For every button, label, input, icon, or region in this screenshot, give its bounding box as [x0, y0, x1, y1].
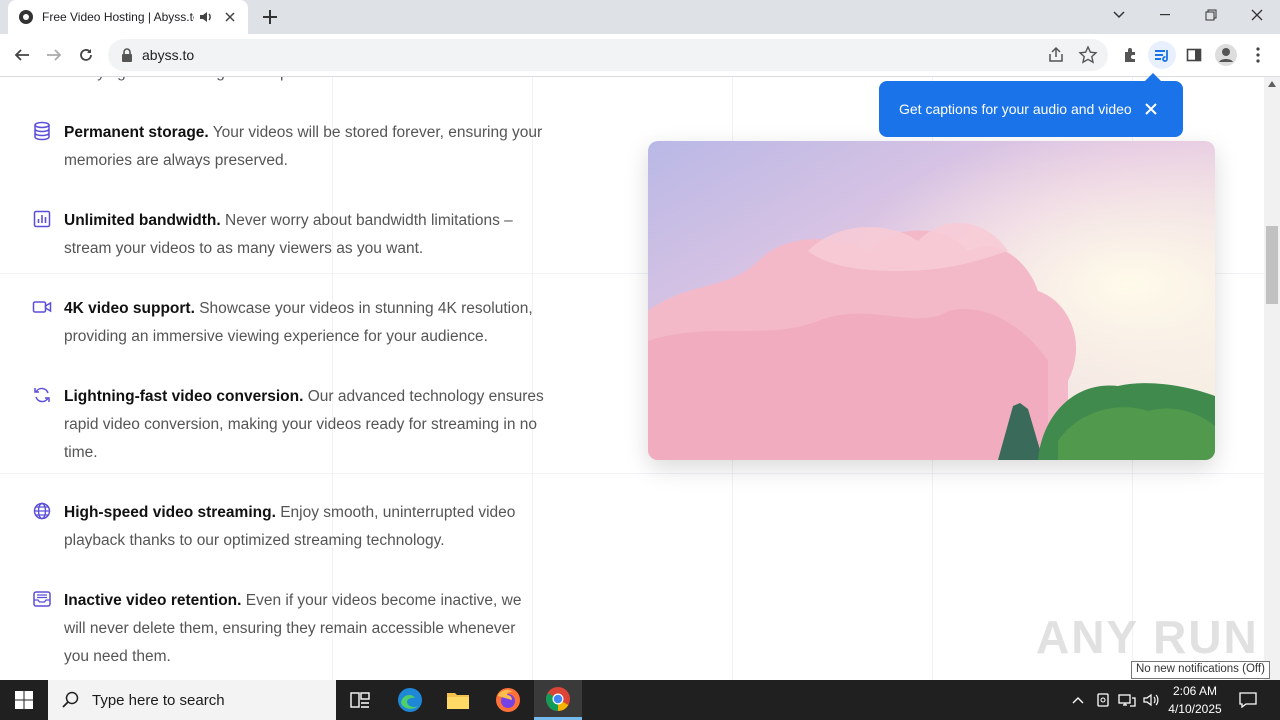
browser-toolbar: abyss.to — [0, 34, 1280, 77]
share-icon[interactable] — [1046, 45, 1066, 65]
edge-browser-icon[interactable] — [386, 680, 434, 720]
lock-icon[interactable] — [120, 47, 134, 63]
clock-date: 4/10/2025 — [1168, 702, 1222, 716]
tab-search-icon[interactable] — [1096, 0, 1142, 30]
live-caption-icon[interactable] — [1148, 41, 1176, 69]
volume-icon[interactable] — [1140, 680, 1162, 720]
action-center-icon[interactable] — [1232, 680, 1264, 720]
extensions-icon[interactable] — [1116, 41, 1144, 69]
tab-title: Free Video Hosting | Abyss.to — [42, 10, 194, 24]
feature-title: Permanent storage. — [64, 124, 209, 141]
globe-icon — [33, 502, 51, 520]
address-bar[interactable]: abyss.to — [108, 39, 1108, 71]
bar-chart-icon — [33, 210, 51, 228]
url-text[interactable]: abyss.to — [142, 47, 194, 63]
site-favicon-icon — [19, 10, 33, 24]
system-clock[interactable]: 2:06 AM 4/10/2025 — [1160, 682, 1230, 718]
feature-text: Inactive video retention. Even if your v… — [64, 587, 544, 671]
firefox-icon[interactable] — [484, 680, 532, 720]
task-view-icon[interactable] — [336, 680, 384, 720]
profile-avatar-icon[interactable] — [1212, 41, 1240, 69]
windows-logo-icon — [15, 691, 33, 709]
web-page: Worrying about running out of space. Per… — [0, 77, 1264, 680]
close-tooltip-icon[interactable] — [1143, 101, 1159, 117]
browser-tab[interactable]: Free Video Hosting | Abyss.to — [8, 0, 248, 34]
scroll-up-icon[interactable] — [1268, 81, 1276, 87]
tooltip-text: Get captions for your audio and video — [899, 101, 1132, 117]
grid-line — [0, 473, 1264, 474]
inbox-icon — [33, 591, 51, 607]
sky-clouds-image — [648, 141, 1215, 460]
scrollbar-thumb[interactable] — [1266, 226, 1278, 304]
new-tab-button[interactable] — [258, 5, 282, 29]
feature-text: Permanent storage. Your videos will be s… — [64, 119, 544, 175]
bookmark-star-icon[interactable] — [1078, 45, 1098, 65]
feature-text: Lightning-fast video conversion. Our adv… — [64, 383, 544, 467]
page-scrollbar[interactable] — [1264, 77, 1280, 680]
windows-taskbar: Type here to search 2:06 AM 4/10/2025 — [0, 680, 1280, 720]
menu-kebab-icon[interactable] — [1244, 41, 1272, 69]
back-button[interactable] — [8, 41, 36, 69]
restore-button[interactable] — [1188, 0, 1234, 30]
hero-video[interactable] — [648, 141, 1215, 460]
database-icon — [34, 121, 50, 141]
feature-title: Lightning-fast video conversion. — [64, 388, 304, 405]
feature-text: Unlimited bandwidth. Never worry about b… — [64, 207, 544, 263]
network-icon[interactable] — [1116, 680, 1138, 720]
feature-title: High-speed video streaming. — [64, 504, 276, 521]
video-camera-icon — [32, 301, 52, 313]
side-panel-icon[interactable] — [1180, 41, 1208, 69]
search-placeholder: Type here to search — [92, 691, 225, 709]
clock-time: 2:06 AM — [1172, 684, 1218, 698]
close-window-button[interactable] — [1234, 0, 1280, 30]
feature-title: Inactive video retention. — [64, 592, 242, 609]
refresh-icon — [34, 387, 50, 403]
search-icon — [62, 691, 79, 708]
show-hidden-icons-chevron-icon[interactable] — [1068, 680, 1088, 720]
tab-strip: Free Video Hosting | Abyss.to — [0, 0, 1280, 34]
taskbar-search-box[interactable]: Type here to search — [48, 680, 336, 720]
notification-tooltip: No new notifications (Off) — [1131, 661, 1270, 679]
feature-text: Worrying about running out of space. — [64, 77, 544, 87]
start-button[interactable] — [0, 680, 48, 720]
audio-playing-icon[interactable] — [198, 9, 214, 25]
reload-button[interactable] — [72, 41, 100, 69]
feature-title: Unlimited bandwidth. — [64, 212, 221, 229]
feature-text: High-speed video streaming. Enjoy smooth… — [64, 499, 544, 555]
minimize-button[interactable] — [1142, 0, 1188, 30]
device-icon[interactable] — [1092, 680, 1114, 720]
file-explorer-icon[interactable] — [434, 680, 482, 720]
live-caption-tooltip: Get captions for your audio and video — [879, 73, 1183, 137]
feature-title: 4K video support. — [64, 300, 195, 317]
forward-button[interactable] — [40, 41, 68, 69]
feature-text: 4K video support. Showcase your videos i… — [64, 295, 544, 351]
chrome-icon[interactable] — [534, 680, 582, 720]
anyrun-watermark: ANY RUN — [1036, 611, 1259, 663]
close-tab-icon[interactable] — [222, 9, 238, 25]
